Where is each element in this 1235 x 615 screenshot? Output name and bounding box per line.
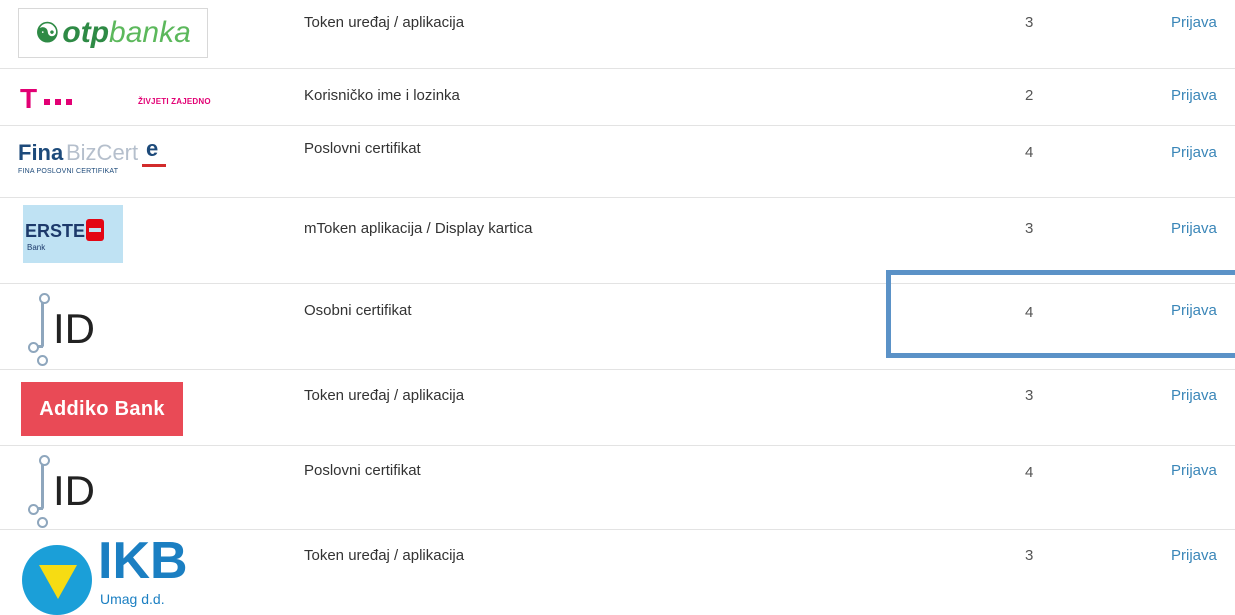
table-row: ID Osobni certifikat 4 Prijava — [0, 284, 1235, 370]
auth-method: Poslovni certifikat — [304, 462, 421, 479]
auth-method: Token uređaj / aplikacija — [304, 547, 465, 564]
table-row: Addiko Bank Token uređaj / aplikacija 3 … — [0, 370, 1235, 446]
auth-method: Korisničko ime i lozinka — [304, 87, 460, 104]
finabizcert-logo: Fina BizCert e FINA POSLOVNI CERTIFIKAT — [18, 136, 218, 186]
telekom-logo: T ŽIVJETI ZAJEDNO — [20, 83, 211, 114]
login-link[interactable]: Prijava — [1171, 144, 1217, 161]
security-level: 3 — [1025, 220, 1034, 237]
logo-cell: IKB Umag d.d. — [18, 530, 218, 615]
login-link[interactable]: Prijava — [1171, 220, 1217, 237]
security-level: 2 — [1025, 87, 1034, 104]
auth-method: Token uređaj / aplikacija — [304, 14, 465, 31]
logo-cell: ☯ otp banka — [18, 0, 218, 68]
ikb-triangle-icon — [22, 545, 92, 615]
table-row: IKB Umag d.d. Token uređaj / aplikacija … — [0, 530, 1235, 615]
eid-logo: ID — [23, 451, 123, 528]
login-link[interactable]: Prijava — [1171, 87, 1217, 104]
login-link[interactable]: Prijava — [1171, 387, 1217, 404]
login-link[interactable]: Prijava — [1171, 14, 1217, 31]
fina-e-icon: e — [146, 136, 159, 161]
security-level: 4 — [1025, 144, 1034, 161]
table-row: ☯ otp banka Token uređaj / aplikacija 3 … — [0, 0, 1235, 69]
login-link[interactable]: Prijava — [1171, 462, 1217, 479]
auth-method: Token uređaj / aplikacija — [304, 387, 465, 404]
otpbanka-logo: ☯ otp banka — [18, 8, 208, 58]
security-level: 4 — [1025, 304, 1034, 321]
eid-circuit-icon — [41, 299, 44, 347]
auth-method: Poslovni certifikat — [304, 140, 421, 157]
telekom-dot-icon — [66, 99, 72, 105]
security-level: 3 — [1025, 14, 1034, 31]
security-level: 3 — [1025, 387, 1034, 404]
telekom-dot-icon — [55, 99, 61, 105]
erste-logo: ERSTE Bank — [23, 205, 123, 263]
table-row: ERSTE Bank mToken aplikacija / Display k… — [0, 198, 1235, 284]
auth-method: Osobni certifikat — [304, 302, 412, 319]
auth-method: mToken aplikacija / Display kartica — [304, 220, 533, 237]
logo-cell: Fina BizCert e FINA POSLOVNI CERTIFIKAT — [18, 126, 218, 197]
ikb-logo: IKB Umag d.d. — [20, 532, 210, 615]
erste-s-icon — [86, 219, 104, 241]
telekom-t-icon: T — [20, 83, 38, 114]
eid-circuit-icon — [41, 461, 44, 509]
logo-cell: T ŽIVJETI ZAJEDNO — [18, 69, 218, 125]
table-row: T ŽIVJETI ZAJEDNO Korisničko ime i lozin… — [0, 69, 1235, 126]
eid-logo: ID — [23, 289, 123, 366]
otp-swirl-icon: ☯ — [35, 17, 60, 48]
security-level: 3 — [1025, 547, 1034, 564]
login-link[interactable]: Prijava — [1171, 547, 1217, 564]
logo-cell: ID — [18, 446, 218, 529]
security-level: 4 — [1025, 464, 1034, 481]
fina-e-underline — [142, 164, 166, 167]
logo-cell: ID — [18, 284, 218, 369]
addiko-logo: Addiko Bank — [21, 382, 183, 436]
logo-cell: ERSTE Bank — [18, 198, 218, 283]
login-link[interactable]: Prijava — [1171, 302, 1217, 319]
table-row: ID Poslovni certifikat 4 Prijava — [0, 446, 1235, 530]
table-row: Fina BizCert e FINA POSLOVNI CERTIFIKAT … — [0, 126, 1235, 198]
logo-cell: Addiko Bank — [18, 370, 218, 445]
telekom-dot-icon — [44, 99, 50, 105]
